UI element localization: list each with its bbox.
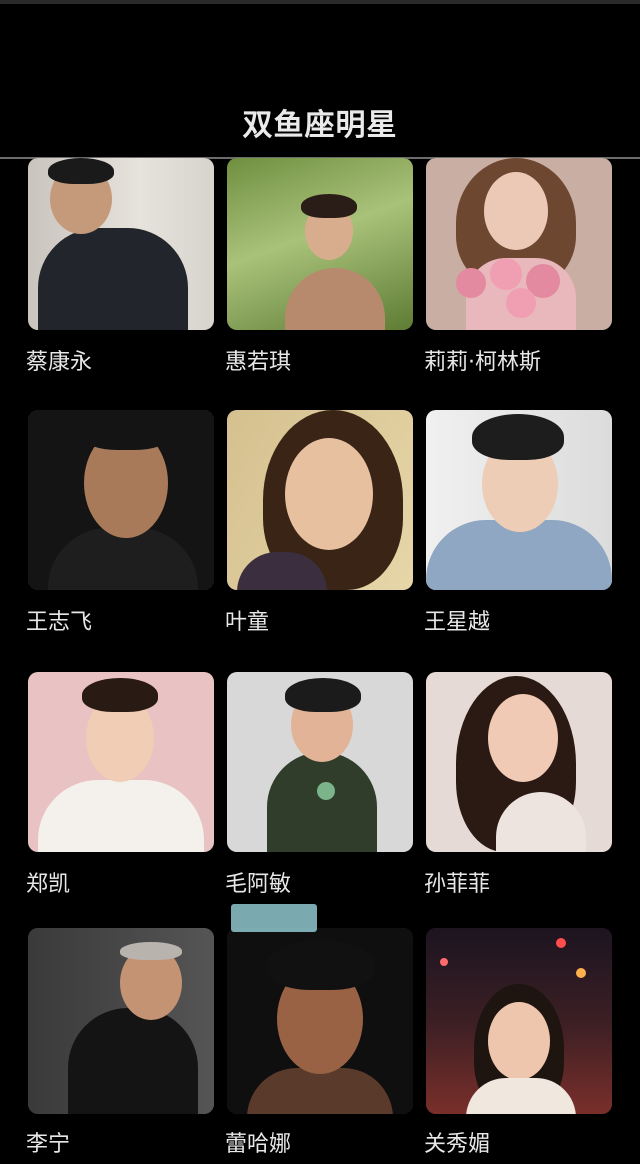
celebrity-photo[interactable] (28, 928, 214, 1114)
status-bar-edge (0, 0, 640, 4)
celebrity-card[interactable]: 蔡康永 (26, 158, 214, 375)
celebrity-photo[interactable] (426, 928, 612, 1114)
celebrity-photo[interactable] (227, 158, 413, 330)
page-header: 双鱼座明星 (0, 80, 640, 158)
celebrity-name: 惠若琪 (225, 350, 292, 375)
celebrity-photo[interactable] (28, 672, 214, 852)
celebrity-photo[interactable] (28, 158, 214, 330)
celebrity-name: 郑凯 (26, 872, 71, 897)
celebrity-name: 蕾哈娜 (225, 1132, 292, 1157)
celebrity-card[interactable]: 王星越 (424, 410, 612, 635)
celebrity-card[interactable]: 孙菲菲 (424, 672, 612, 897)
celebrity-photo[interactable] (426, 410, 612, 590)
celebrity-name: 孙菲菲 (424, 872, 491, 897)
celebrity-name: 叶童 (225, 610, 270, 635)
celebrity-card[interactable]: 莉莉·柯林斯 (424, 158, 612, 375)
celebrity-name: 王志飞 (26, 610, 93, 635)
page-title: 双鱼座明星 (242, 108, 398, 143)
celebrity-card[interactable]: 关秀媚 (424, 928, 612, 1157)
celebrity-photo[interactable] (426, 158, 612, 330)
celebrity-photo[interactable] (28, 410, 214, 590)
celebrity-card[interactable]: 蕾哈娜 (225, 928, 413, 1157)
celebrity-name: 王星越 (424, 610, 491, 635)
celebrity-name: 李宁 (26, 1132, 71, 1157)
celebrity-name: 莉莉·柯林斯 (424, 350, 541, 375)
celebrity-photo[interactable] (227, 928, 413, 1114)
celebrity-card[interactable]: 毛阿敏 (225, 672, 413, 897)
celebrity-card[interactable]: 李宁 (26, 928, 214, 1157)
celebrity-photo[interactable] (426, 672, 612, 852)
celebrity-card[interactable]: 郑凯 (26, 672, 214, 897)
celebrity-card[interactable]: 惠若琪 (225, 158, 413, 375)
celebrity-name: 毛阿敏 (225, 872, 292, 897)
celebrity-photo[interactable] (227, 672, 413, 852)
loading-placeholder-bar (231, 904, 317, 932)
celebrity-name: 关秀媚 (424, 1132, 491, 1157)
celebrity-card[interactable]: 王志飞 (26, 410, 214, 635)
celebrity-photo[interactable] (227, 410, 413, 590)
celebrity-name: 蔡康永 (26, 350, 93, 375)
celebrity-card[interactable]: 叶童 (225, 410, 413, 635)
